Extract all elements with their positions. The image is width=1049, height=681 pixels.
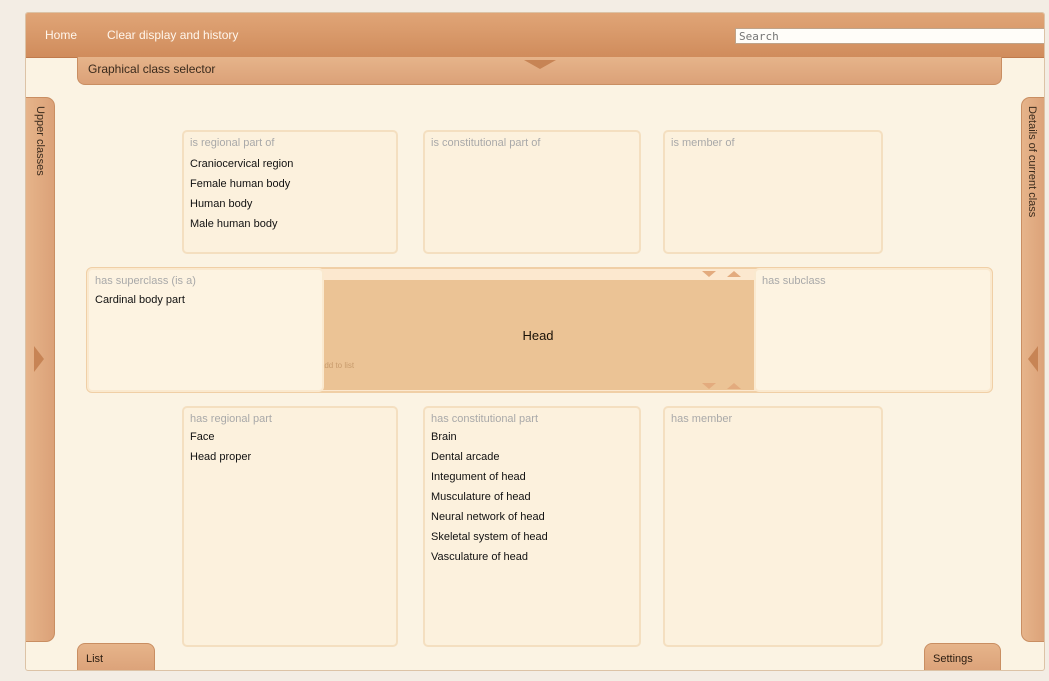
list-item[interactable]: Craniocervical region (190, 154, 293, 174)
is-member-of-box: is member of (663, 130, 883, 254)
list-item[interactable]: Face (190, 427, 251, 447)
list-item[interactable]: Integument of head (431, 467, 548, 487)
settings-tab[interactable]: Settings (924, 643, 1001, 670)
arrow-left-icon[interactable] (1028, 346, 1038, 372)
box-label: is member of (671, 137, 735, 149)
has-superclass-box: has superclass (is a) Cardinal body part (87, 268, 324, 392)
top-navigation-bar: Home Clear display and history (26, 13, 1044, 58)
selector-title: Graphical class selector (88, 62, 216, 76)
box-label: has constitutional part (431, 413, 539, 425)
current-class-area: Head Add to list (319, 280, 754, 390)
list-tab[interactable]: List (77, 643, 155, 670)
box-label: has superclass (is a) (95, 275, 196, 287)
arrow-right-icon[interactable] (34, 346, 44, 372)
list-item[interactable]: Neural network of head (431, 507, 548, 527)
upper-classes-tab[interactable]: Upper classes (26, 97, 55, 642)
search-input[interactable] (735, 28, 1044, 44)
is-constitutional-part-of-box: is constitutional part of (423, 130, 641, 254)
has-member-box: has member (663, 406, 883, 647)
has-constitutional-part-box: has constitutional part Brain Dental arc… (423, 406, 641, 647)
home-link[interactable]: Home (45, 28, 77, 42)
has-regional-part-box: has regional part Face Head proper (182, 406, 398, 647)
has-subclass-box: has subclass (754, 268, 992, 392)
list-item[interactable]: Brain (431, 427, 548, 447)
clear-display-link[interactable]: Clear display and history (107, 28, 238, 42)
is-regional-part-of-box: is regional part of Craniocervical regio… (182, 130, 398, 254)
graphical-class-selector-tab[interactable]: Graphical class selector (77, 57, 1002, 85)
list-item[interactable]: Skeletal system of head (431, 527, 548, 547)
list-item[interactable]: Male human body (190, 214, 293, 234)
arrow-down-icon (702, 271, 716, 277)
settings-tab-label: Settings (933, 653, 973, 665)
list-item[interactable]: Head proper (190, 447, 251, 467)
list-tab-label: List (86, 653, 104, 665)
list-item[interactable]: Vasculature of head (431, 547, 548, 567)
arrow-up-icon (727, 271, 741, 277)
list-item[interactable]: Musculature of head (431, 487, 548, 507)
box-label: is regional part of (190, 137, 275, 149)
box-label: is constitutional part of (431, 137, 541, 149)
list-item[interactable]: Female human body (190, 174, 293, 194)
current-class-title: Head (522, 328, 554, 343)
chevron-down-icon[interactable] (524, 60, 556, 69)
list-item[interactable]: Cardinal body part (95, 290, 185, 310)
details-current-class-tab[interactable]: Details of current class (1021, 97, 1044, 642)
box-label: has regional part (190, 413, 272, 425)
add-to-list-link[interactable]: Add to list (319, 361, 354, 370)
box-label: has member (671, 413, 733, 425)
list-item[interactable]: Dental arcade (431, 447, 548, 467)
arrow-up-icon (727, 383, 741, 389)
box-label: has subclass (762, 275, 826, 287)
upper-classes-label: Upper classes (34, 106, 46, 176)
class-browser-window: Home Clear display and history Graphical… (25, 12, 1045, 671)
details-current-class-label: Details of current class (1026, 106, 1038, 218)
list-item[interactable]: Human body (190, 194, 293, 214)
arrow-down-icon (702, 383, 716, 389)
